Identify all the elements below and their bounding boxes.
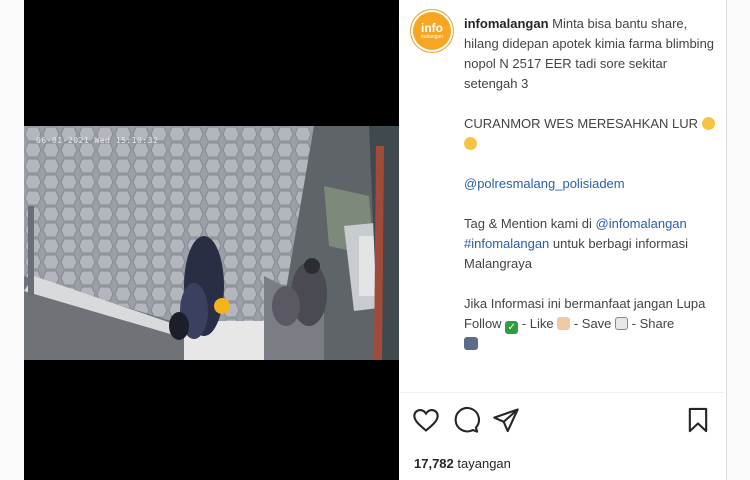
cctv-timestamp: 06-01-2021 Wed 15:10:32 xyxy=(36,136,159,145)
check-mark-icon: ✓ xyxy=(505,321,519,334)
view-count: 17,782 tayangan xyxy=(414,456,511,471)
heart-icon[interactable] xyxy=(412,406,440,434)
tag-prefix-text: Tag & Mention kami di xyxy=(464,216,596,231)
post-caption: infomalangan Minta bisa bantu share, hil… xyxy=(464,14,719,354)
follow-text: Follow xyxy=(464,316,502,331)
view-count-label: tayangan xyxy=(457,456,511,471)
post-actions xyxy=(412,406,712,438)
share-icon[interactable] xyxy=(492,406,520,434)
scream-emoji-icon xyxy=(464,137,477,150)
police-mention-link[interactable]: @polresmalang_polisiadem xyxy=(464,176,625,191)
avatar-logo-text: info xyxy=(421,20,443,35)
save-text: - Save xyxy=(570,316,616,331)
share-text: - Share xyxy=(628,316,675,331)
avatar-logo-subtext: malangan xyxy=(421,33,443,40)
tag-mention-link[interactable]: @infomalangan xyxy=(596,216,687,231)
view-count-number: 17,782 xyxy=(414,456,454,471)
cctv-footage: 06-01-2021 Wed 15:10:32 xyxy=(24,126,399,360)
username-link[interactable]: infomalangan xyxy=(464,16,549,31)
comment-icon[interactable] xyxy=(452,406,480,434)
scream-emoji-icon xyxy=(701,117,715,130)
speaker-icon xyxy=(464,337,478,350)
caption-headline: CURANMOR WES MERESAHKAN LUR xyxy=(464,116,699,131)
bookmark-icon[interactable] xyxy=(684,406,712,434)
avatar[interactable]: info malangan xyxy=(413,12,451,50)
info-text: Jika Informasi ini bermanfaat jangan Lup… xyxy=(464,296,706,311)
video-player[interactable]: 06-01-2021 Wed 15:10:32 xyxy=(24,0,399,480)
floppy-disk-icon xyxy=(615,317,629,330)
thumbs-up-icon xyxy=(557,317,571,330)
like-text: - Like xyxy=(518,316,558,331)
actions-divider xyxy=(400,392,724,393)
hashtag-link[interactable]: #infomalangan xyxy=(464,236,549,251)
post-sidebar: info malangan infomalangan Minta bisa ba… xyxy=(400,0,724,480)
cctv-scene xyxy=(24,126,399,360)
